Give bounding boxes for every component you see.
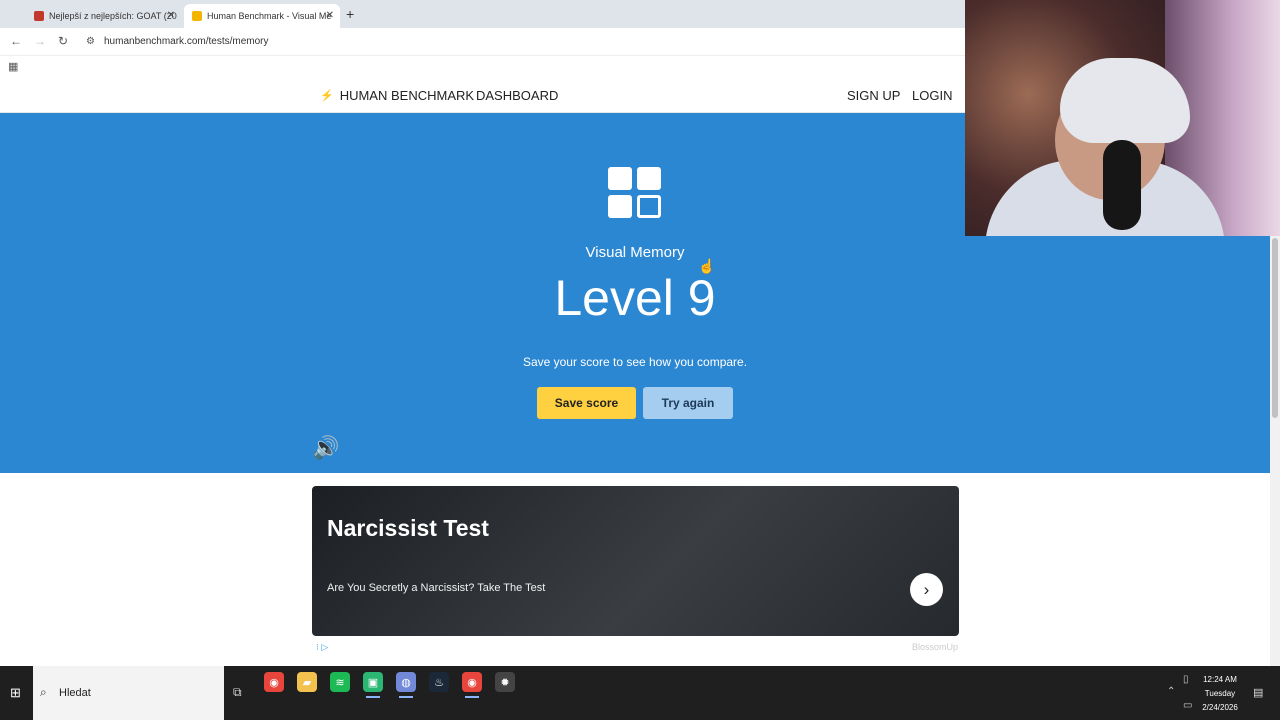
back-icon[interactable]: ← bbox=[10, 34, 22, 48]
ad-area: Narcissist Test Are You Secretly a Narci… bbox=[0, 473, 1270, 666]
ad-card[interactable]: Narcissist Test Are You Secretly a Narci… bbox=[312, 486, 959, 636]
network-icon[interactable]: ▭ bbox=[1183, 700, 1192, 711]
url-field[interactable]: humanbenchmark.com/tests/memory bbox=[104, 36, 269, 47]
visual-memory-grid-icon bbox=[608, 167, 662, 219]
search-placeholder: Hledat bbox=[59, 687, 91, 699]
windows-start-icon[interactable]: ⊞ bbox=[10, 685, 21, 701]
new-tab-button[interactable]: + bbox=[346, 6, 354, 22]
task-view-icon[interactable]: ⧉ bbox=[233, 685, 242, 700]
chrome-active-icon[interactable]: ◉ bbox=[462, 672, 482, 698]
spotify-icon[interactable]: ≋ bbox=[330, 672, 350, 692]
taskbar-search[interactable]: ⌕ Hledat bbox=[33, 666, 224, 720]
clock-day: Tuesday bbox=[1204, 689, 1236, 698]
signup-link[interactable]: SIGN UP bbox=[847, 88, 900, 103]
save-score-button[interactable]: Save score bbox=[537, 387, 636, 419]
adchoices-icon[interactable]: ⁝ ▷ bbox=[316, 642, 328, 653]
level-result: Level 9 bbox=[554, 270, 716, 326]
browser-tab-strip: Nejlepší z nejlepších: GOAT (20 ✕ Human … bbox=[0, 0, 965, 28]
reload-icon[interactable]: ↻ bbox=[58, 34, 68, 48]
tab-favicon-icon bbox=[192, 11, 202, 21]
notification-icon[interactable]: ▤ bbox=[1253, 686, 1263, 699]
page-scrollbar[interactable] bbox=[1270, 236, 1280, 666]
webcam-overlay bbox=[965, 0, 1280, 236]
dashboard-link[interactable]: DASHBOARD bbox=[476, 88, 558, 103]
chrome-icon[interactable]: ◉ bbox=[264, 672, 284, 692]
webcam-microphone bbox=[1103, 140, 1141, 230]
test-name: Visual Memory bbox=[585, 244, 685, 261]
discord-icon[interactable]: ◍ bbox=[396, 672, 416, 698]
taskbar-clock[interactable]: 12:24 AM Tuesday 2/24/2026 bbox=[1196, 673, 1244, 715]
bookmarks-bar: ▦ bbox=[0, 56, 965, 78]
tab-close-icon[interactable]: ✕ bbox=[326, 10, 334, 21]
address-bar-row: ← → ↻ ⚙ humanbenchmark.com/tests/memory bbox=[0, 28, 965, 56]
scrollbar-thumb[interactable] bbox=[1272, 238, 1278, 418]
browser-tab-goat[interactable]: Nejlepší z nejlepších: GOAT (20 ✕ bbox=[26, 4, 181, 28]
ad-subtitle: Are You Secretly a Narcissist? Take The … bbox=[327, 582, 546, 594]
ad-title: Narcissist Test bbox=[327, 515, 489, 541]
browser-tab-humanbenchmark[interactable]: Human Benchmark - Visual Me ✕ bbox=[184, 4, 340, 28]
ad-brand: BlossomUp bbox=[912, 642, 959, 652]
bolt-icon: ⚡ bbox=[320, 90, 334, 102]
tab-close-icon[interactable]: ✕ bbox=[167, 10, 175, 21]
battery-icon[interactable]: ▯ bbox=[1183, 674, 1189, 685]
login-link[interactable]: LOGIN bbox=[912, 88, 952, 103]
app-icon[interactable]: ▣ bbox=[363, 672, 383, 698]
try-again-button[interactable]: Try again bbox=[643, 387, 733, 419]
tray-expand-icon[interactable]: ⌃ bbox=[1167, 686, 1175, 697]
clock-date: 2/24/2026 bbox=[1202, 703, 1238, 712]
brand-label: HUMAN BENCHMARK bbox=[339, 88, 475, 103]
search-icon: ⌕ bbox=[40, 685, 47, 699]
sound-toggle-icon[interactable]: 🔊 bbox=[312, 435, 339, 461]
windows-taskbar: ⊞ ⌕ Hledat ⧉ ◉ ▰ ≋ ▣ ◍ ♨ ◉ ✹ ⌃ ▯ ▭ 12:24 AM Tue… bbox=[0, 666, 1280, 720]
tab-favicon-icon bbox=[34, 11, 44, 21]
chevron-right-icon[interactable]: › bbox=[910, 573, 943, 606]
tab-title: Human Benchmark - Visual Me bbox=[207, 11, 332, 21]
site-info-icon[interactable]: ⚙ bbox=[86, 36, 95, 47]
brand-link[interactable]: ⚡ HUMAN BENCHMARK bbox=[320, 88, 474, 103]
save-prompt: Save your score to see how you compare. bbox=[522, 355, 748, 369]
tab-title: Nejlepší z nejlepších: GOAT (20 bbox=[49, 11, 177, 21]
steam-icon[interactable]: ♨ bbox=[429, 672, 449, 692]
apps-grid-icon[interactable]: ▦ bbox=[8, 60, 18, 73]
forward-icon[interactable]: → bbox=[34, 34, 46, 48]
mouse-cursor-icon: ☝ bbox=[698, 258, 716, 274]
file-explorer-icon[interactable]: ▰ bbox=[297, 672, 317, 692]
settings-icon[interactable]: ✹ bbox=[495, 672, 515, 692]
clock-time: 12:24 AM bbox=[1203, 675, 1237, 684]
